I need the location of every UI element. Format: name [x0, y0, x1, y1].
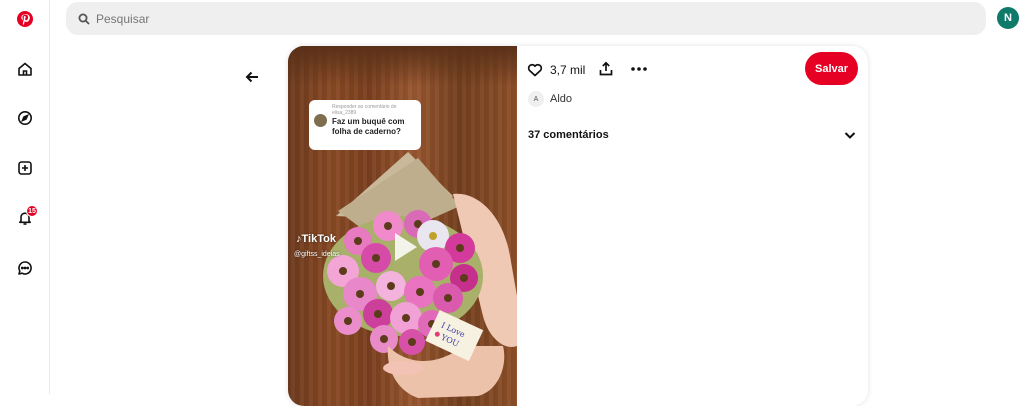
left-nav-rail: 15	[0, 0, 50, 394]
reply-comment-bubble: Responder ao comentário de elisa_2389 Fa…	[309, 100, 421, 150]
pinterest-logo-icon[interactable]	[14, 8, 36, 30]
search-icon	[78, 13, 90, 25]
question-text: Faz um buquê com folha de caderno?	[332, 117, 405, 136]
pin-video[interactable]: I Love YOU Responder ao comentário de el…	[288, 46, 517, 406]
notification-badge: 15	[26, 205, 38, 217]
create-icon[interactable]	[14, 157, 36, 179]
share-button[interactable]	[598, 61, 614, 77]
search-input[interactable]	[96, 11, 956, 26]
home-icon[interactable]	[14, 58, 36, 80]
compass-icon[interactable]	[14, 107, 36, 129]
search-bar[interactable]	[66, 2, 986, 35]
chevron-down-icon	[844, 132, 856, 139]
play-button[interactable]	[385, 229, 421, 265]
author-name[interactable]: Aldo	[550, 93, 572, 105]
tiktok-watermark: ♪TikTok	[296, 233, 336, 245]
pin-details-panel: 3,7 mil Salvar A Aldo 37 comentários	[517, 46, 868, 406]
share-icon	[599, 61, 613, 76]
like-button[interactable]	[527, 62, 543, 78]
play-icon	[395, 233, 417, 261]
more-options-button[interactable]	[630, 61, 648, 77]
save-button[interactable]: Salvar	[805, 52, 858, 85]
tiktok-handle: @giftss_ideias	[294, 251, 340, 258]
back-button[interactable]	[242, 67, 262, 87]
arrow-left-icon	[245, 71, 258, 83]
commenter-avatar	[314, 114, 327, 127]
pin-card: I Love YOU Responder ao comentário de el…	[288, 46, 868, 406]
comments-count: 37 comentários	[528, 129, 609, 141]
reply-label: Responder ao comentário de elisa_2389	[332, 104, 397, 116]
heart-icon	[527, 63, 543, 77]
ellipsis-icon	[631, 67, 647, 71]
expand-comments-button[interactable]	[843, 128, 857, 142]
author-avatar[interactable]: A	[528, 91, 544, 107]
user-avatar[interactable]: N	[997, 7, 1019, 29]
like-count: 3,7 mil	[550, 63, 586, 77]
chat-icon[interactable]	[14, 257, 36, 279]
